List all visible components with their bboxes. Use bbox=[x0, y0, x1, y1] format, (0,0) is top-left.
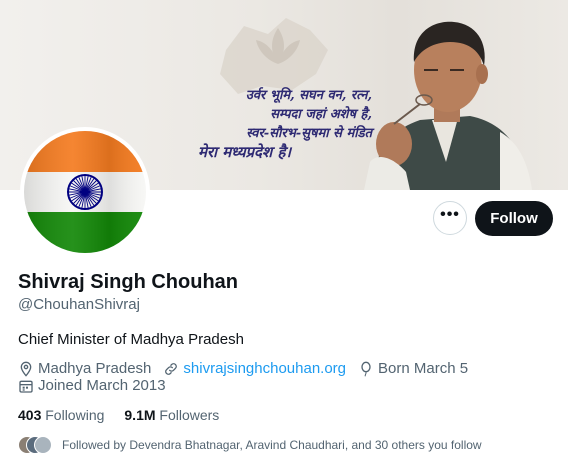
poem-line-3: स्वर-सौरभ-सुषमा से मंडित bbox=[246, 126, 372, 141]
location-pin-icon bbox=[20, 361, 32, 377]
birthday-text: Born March 5 bbox=[378, 360, 469, 377]
followers-link[interactable]: 9.1M Followers bbox=[124, 407, 219, 423]
profile-meta-row-joined: Joined March 2013 bbox=[18, 377, 178, 394]
joined-item: Joined March 2013 bbox=[18, 377, 166, 394]
following-label: Following bbox=[45, 407, 105, 423]
link-icon bbox=[165, 362, 178, 375]
poem-line-1: उर्वर भूमि, सघन वन, रत्न, bbox=[245, 88, 372, 103]
banner-portrait bbox=[364, 21, 532, 190]
following-link[interactable]: 403 Following bbox=[18, 407, 104, 423]
following-count: 403 bbox=[18, 407, 42, 423]
profile-bio: Chief Minister of Madhya Pradesh bbox=[18, 331, 244, 348]
location-item: Madhya Pradesh bbox=[18, 360, 151, 377]
profile-meta-row: Madhya Pradesh shivrajsinghchouhan.org B… bbox=[18, 360, 480, 377]
profile-avatar[interactable] bbox=[20, 127, 150, 257]
followers-label: Followers bbox=[159, 407, 220, 423]
followed-by-text[interactable]: Followed by Devendra Bhatnagar, Aravind … bbox=[62, 438, 482, 452]
lotus-icon bbox=[256, 28, 300, 64]
more-dots-icon: ••• bbox=[440, 206, 460, 223]
avatar bbox=[34, 436, 52, 454]
follow-button[interactable]: Follow bbox=[475, 201, 553, 236]
joined-text: Joined March 2013 bbox=[38, 377, 166, 394]
website-item[interactable]: shivrajsinghchouhan.org bbox=[163, 360, 346, 377]
birthday-item: Born March 5 bbox=[358, 360, 468, 377]
profile-handle: @ChouhanShivraj bbox=[18, 296, 140, 313]
calendar-icon bbox=[19, 380, 33, 393]
location-text: Madhya Pradesh bbox=[38, 360, 152, 377]
poem-line-2: सम्पदा जहां अशेष है, bbox=[270, 107, 372, 122]
poem-line-4: मेरा मध्यप्रदेश है। bbox=[198, 143, 292, 161]
indian-flag-image bbox=[24, 131, 146, 253]
balloon-icon bbox=[361, 361, 371, 377]
follow-stats: 403 Following 9.1M Followers bbox=[18, 407, 239, 423]
website-link[interactable]: shivrajsinghchouhan.org bbox=[183, 360, 346, 377]
profile-name: Shivraj Singh Chouhan bbox=[18, 271, 239, 293]
more-options-button[interactable]: ••• bbox=[433, 201, 467, 235]
followed-by-row[interactable]: Followed by Devendra Bhatnagar, Aravind … bbox=[18, 436, 482, 454]
ashoka-chakra-icon bbox=[67, 174, 103, 210]
banner-poem: उर्वर भूमि, सघन वन, रत्न, सम्पदा जहां अश… bbox=[192, 86, 372, 162]
followers-count: 9.1M bbox=[124, 407, 156, 423]
mutual-follower-avatars bbox=[18, 436, 52, 454]
